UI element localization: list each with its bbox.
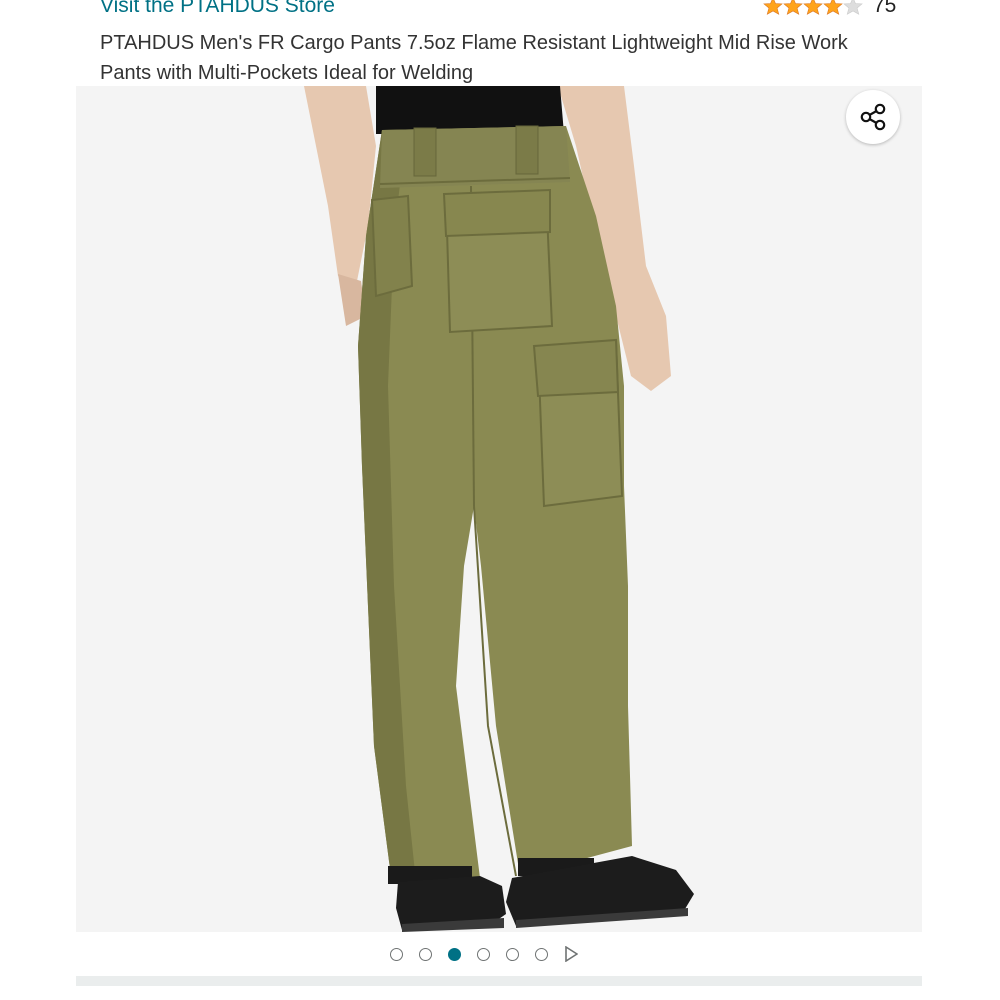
star-empty-icon [843,0,863,15]
store-link[interactable]: Visit the PTAHDUS Store [100,0,335,18]
carousel-dot[interactable] [506,947,519,961]
carousel-dot[interactable] [419,947,432,961]
carousel-dot[interactable] [535,947,548,961]
star-icon [783,0,803,15]
rating-count[interactable]: 75 [873,0,896,18]
carousel-dot[interactable] [477,947,490,961]
share-icon [860,103,886,131]
image-carousel-dots [390,946,578,962]
carousel-dot-active[interactable] [448,947,461,961]
share-button[interactable] [846,90,900,144]
product-image[interactable] [76,86,922,932]
carousel-dot[interactable] [390,947,403,961]
star-icon [823,0,843,15]
product-title: PTAHDUS Men's FR Cargo Pants 7.5oz Flame… [100,32,848,84]
rating[interactable]: 75 [763,0,896,18]
section-divider [76,976,922,986]
play-icon[interactable] [564,946,578,962]
product-image-area[interactable] [76,86,922,932]
star-icon [803,0,823,15]
star-rating [763,0,863,15]
star-icon [763,0,783,15]
product-page: Visit the PTAHDUS Store 75 PTAHDUS Men's… [0,0,1000,1000]
